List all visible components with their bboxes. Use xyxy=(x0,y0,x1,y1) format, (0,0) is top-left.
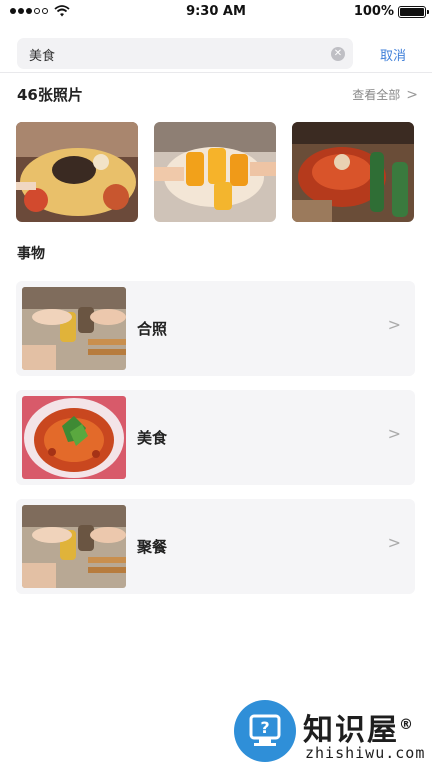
category-card-group-photo[interactable]: 合照 > xyxy=(16,281,415,376)
search-input[interactable]: 美食 ✕ xyxy=(17,38,353,69)
see-all-button[interactable]: 查看全部 > xyxy=(352,86,418,103)
watermark-logo-icon: ? xyxy=(234,700,296,762)
watermark-url: zhishiwu.com xyxy=(305,744,426,762)
category-label: 聚餐 xyxy=(137,538,168,556)
status-bar: 9:30 AM 100% xyxy=(0,0,432,24)
clear-icon[interactable]: ✕ xyxy=(331,47,345,61)
photo-thumbnail[interactable] xyxy=(292,122,414,222)
category-thumbnail xyxy=(22,505,126,588)
things-section-title: 事物 xyxy=(17,246,45,262)
chevron-right-icon: > xyxy=(387,315,401,334)
battery-percent: 100% xyxy=(353,4,394,19)
search-query: 美食 xyxy=(29,49,56,64)
category-label: 美食 xyxy=(137,429,168,447)
category-card-food[interactable]: 美食 > xyxy=(16,390,415,485)
svg-text:?: ? xyxy=(260,718,269,737)
photo-thumbnail[interactable] xyxy=(154,122,276,222)
battery-icon xyxy=(398,6,429,18)
category-thumbnail xyxy=(22,396,126,479)
see-all-label: 查看全部 xyxy=(352,88,401,102)
category-label: 合照 xyxy=(137,320,168,338)
cancel-button[interactable]: 取消 xyxy=(380,45,406,64)
divider xyxy=(0,72,432,73)
photo-thumbnail[interactable] xyxy=(16,122,138,222)
chevron-right-icon: > xyxy=(406,86,418,103)
chevron-right-icon: > xyxy=(387,424,401,443)
category-thumbnail xyxy=(22,287,126,370)
photos-section-title: 46张照片 xyxy=(17,86,83,104)
chevron-right-icon: > xyxy=(387,533,401,552)
category-card-dinner-party[interactable]: 聚餐 > xyxy=(16,499,415,594)
watermark-title: 知识屋® xyxy=(303,713,415,748)
